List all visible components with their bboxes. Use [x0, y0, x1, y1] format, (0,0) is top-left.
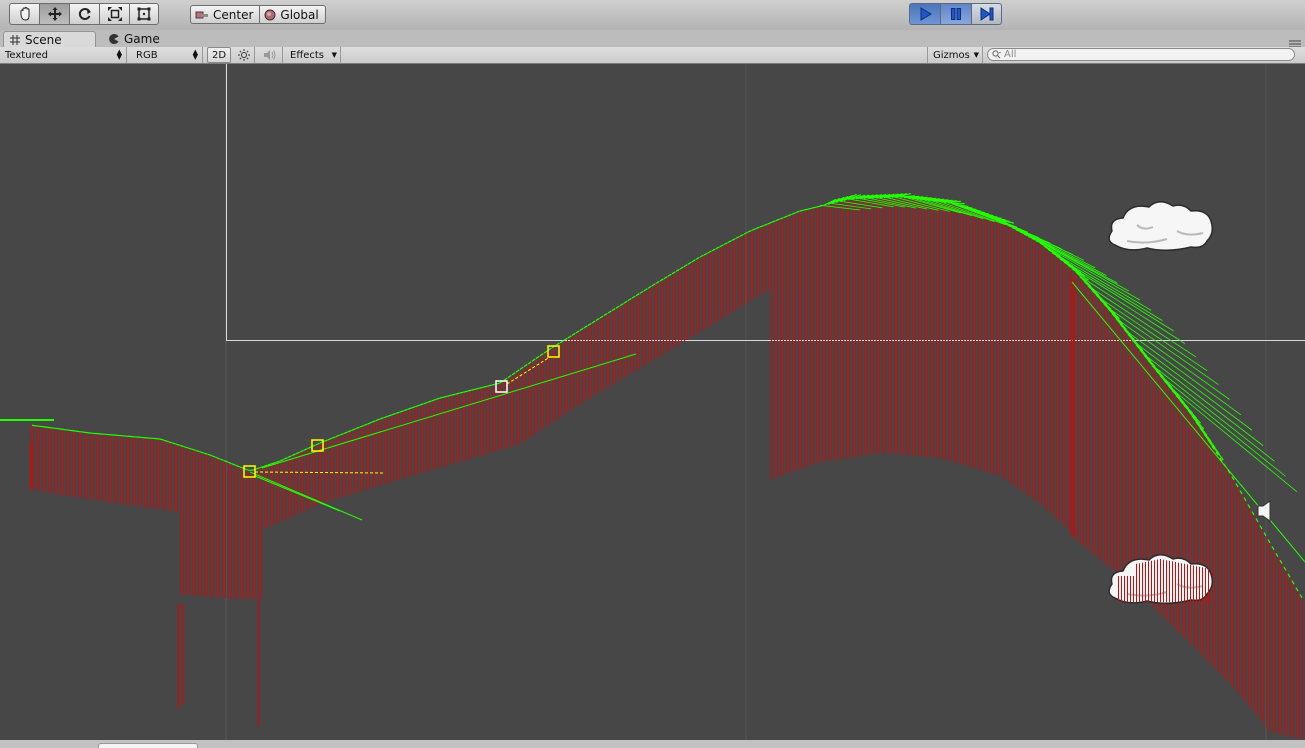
dropdown-arrows-icon: ▲▼ — [117, 50, 122, 60]
play-button[interactable] — [909, 3, 940, 25]
speaker-icon — [263, 49, 277, 61]
audio-source-gizmo[interactable] — [1258, 501, 1270, 521]
rotate-icon — [77, 6, 93, 22]
view-tabs: Scene Game — [0, 30, 1305, 47]
mode-2d-toggle[interactable]: 2D — [207, 47, 231, 63]
cloud-sprite[interactable] — [1109, 202, 1212, 251]
search-icon — [992, 50, 1002, 59]
terrain-fill — [31, 198, 1303, 739]
pivot-rotation-label: Global — [280, 8, 318, 22]
rect-tool-button[interactable] — [129, 3, 159, 25]
rotate-tool-button[interactable] — [69, 3, 99, 25]
step-button[interactable] — [971, 3, 1002, 25]
hierarchy-search[interactable]: All — [987, 48, 1295, 61]
game-pacman-icon — [109, 34, 119, 44]
scale-icon — [107, 6, 123, 22]
search-input[interactable]: All — [1004, 49, 1016, 60]
scene-viewport[interactable] — [0, 64, 1305, 740]
pivot-mode-button[interactable]: Center — [190, 5, 259, 24]
pivot-rotation-button[interactable]: Global — [259, 5, 325, 24]
pivot-center-icon — [195, 10, 209, 20]
tab-scene-label: Scene — [25, 33, 62, 47]
transform-tools — [9, 3, 159, 25]
pause-icon — [948, 6, 964, 22]
scene-canvas[interactable] — [0, 64, 1305, 740]
gizmos-dropdown[interactable]: Gizmos ▼ — [927, 47, 983, 63]
bottom-panel-tab[interactable] — [98, 743, 198, 748]
dropdown-arrow-icon: ▼ — [332, 51, 337, 59]
draw-mode-dropdown[interactable]: Textured ▲▼ — [0, 47, 127, 63]
mode-2d-label: 2D — [212, 50, 226, 61]
tab-game-label: Game — [124, 32, 160, 46]
tab-scene[interactable]: Scene — [3, 31, 96, 47]
effects-dropdown[interactable]: Effects ▼ — [285, 47, 341, 63]
lighting-toggle[interactable] — [233, 47, 255, 63]
pivot-toggles: Center Global — [190, 5, 326, 27]
tangent-line — [255, 472, 385, 473]
move-tool-button[interactable] — [39, 3, 69, 25]
effects-label: Effects — [290, 50, 324, 61]
tab-game[interactable]: Game — [103, 31, 166, 47]
sun-icon — [238, 49, 250, 61]
globe-icon — [264, 9, 276, 21]
hand-tool-button[interactable] — [9, 3, 39, 25]
play-controls — [909, 3, 1002, 25]
audio-toggle[interactable] — [257, 47, 283, 63]
draw-mode-label: Textured — [5, 50, 48, 61]
pivot-mode-label: Center — [213, 8, 253, 22]
play-icon — [917, 6, 933, 22]
render-mode-label: RGB — [136, 50, 158, 61]
move-arrows-icon — [47, 6, 63, 22]
hand-icon — [17, 6, 33, 22]
scale-tool-button[interactable] — [99, 3, 129, 25]
render-mode-dropdown[interactable]: RGB ▲▼ — [131, 47, 203, 63]
scene-grid-icon — [10, 35, 20, 45]
dropdown-arrow-icon: ▼ — [974, 51, 979, 59]
step-icon — [979, 6, 995, 22]
dropdown-arrows-icon: ▲▼ — [193, 50, 198, 60]
pause-button[interactable] — [940, 3, 971, 25]
gizmos-label: Gizmos — [933, 50, 970, 61]
scene-toolbar: Textured ▲▼ RGB ▲▼ 2D Effects ▼ Gizmos ▼… — [0, 47, 1305, 64]
rect-icon — [136, 6, 152, 22]
main-toolbar: Center Global — [0, 0, 1305, 31]
